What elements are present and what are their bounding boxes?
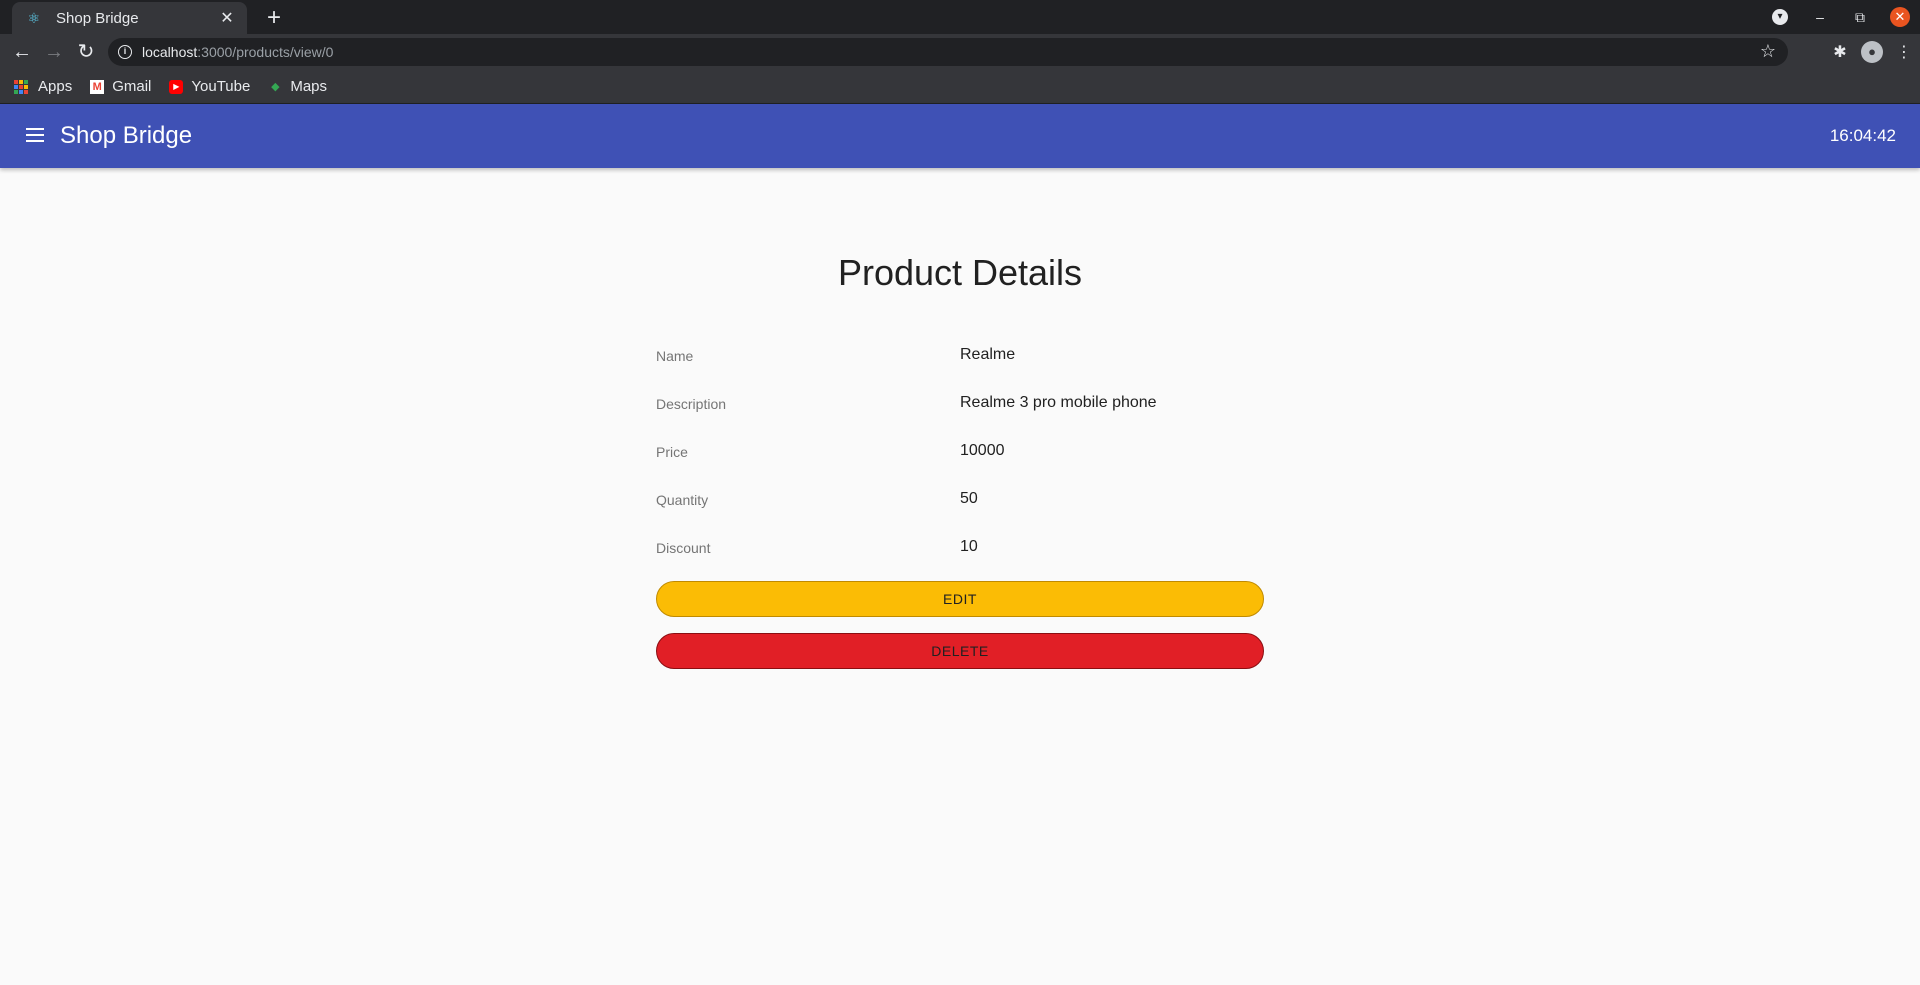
toolbar-actions: ✱ ● ⋮ — [1824, 38, 1920, 66]
url-path: :3000/products/view/0 — [197, 44, 334, 60]
maps-icon: ◆ — [271, 80, 280, 93]
field-label: Name — [656, 348, 694, 364]
bookmark-label: Apps — [38, 78, 73, 95]
bookmark-star-icon[interactable]: ☆ — [1760, 41, 1776, 62]
detail-row-description: Description Realme 3 pro mobile phone — [656, 388, 1264, 436]
new-tab-button[interactable]: + — [260, 4, 288, 32]
kebab-menu-icon[interactable]: ⋮ — [1888, 38, 1920, 66]
bookmark-maps[interactable]: ◆ Maps — [268, 78, 327, 95]
delete-button[interactable]: DELETE — [656, 633, 1264, 669]
bookmark-label: Gmail — [112, 78, 152, 95]
detail-row-name: Name Realme — [656, 340, 1264, 388]
address-bar[interactable]: i localhost :3000/products/view/0 ☆ — [108, 38, 1788, 66]
back-button[interactable]: ← — [8, 38, 36, 66]
clock: 16:04:42 — [1829, 126, 1896, 145]
field-value: 50 — [960, 490, 978, 507]
field-value: 10 — [960, 538, 978, 555]
field-value: 10000 — [960, 442, 1005, 459]
detail-row-discount: Discount 10 — [656, 532, 1264, 580]
tab-title: Shop Bridge — [56, 9, 139, 27]
browser-tab[interactable]: ⚛ Shop Bridge ✕ — [12, 2, 247, 34]
bookmark-label: YouTube — [191, 78, 251, 95]
info-icon[interactable]: i — [118, 45, 132, 59]
close-window-button[interactable]: ✕ — [1880, 0, 1920, 34]
window-controls: ▾ – ⧉ ✕ — [1760, 0, 1920, 34]
app-bar: Shop Bridge 16:04:42 — [0, 104, 1920, 168]
edit-button[interactable]: EDIT — [656, 581, 1264, 617]
extensions-icon[interactable]: ✱ — [1824, 38, 1856, 66]
url-host: localhost — [142, 44, 198, 60]
chevron-down-icon: ▾ — [1772, 9, 1788, 25]
detail-row-price: Price 10000 — [656, 436, 1264, 484]
youtube-icon: ▶ — [169, 79, 184, 94]
product-details: Name Realme Description Realme 3 pro mob… — [656, 340, 1264, 580]
field-label: Discount — [656, 540, 711, 556]
bookmark-gmail[interactable]: M Gmail — [90, 78, 151, 95]
close-icon: ✕ — [1890, 7, 1910, 27]
gmail-icon: M — [90, 79, 105, 94]
tab-search-button[interactable]: ▾ — [1760, 0, 1800, 34]
field-label: Price — [656, 444, 688, 460]
bookmark-apps[interactable]: Apps — [14, 78, 72, 95]
detail-row-quantity: Quantity 50 — [656, 484, 1264, 532]
minimize-button[interactable]: – — [1800, 0, 1840, 34]
field-label: Quantity — [656, 492, 709, 508]
tab-close-icon[interactable]: ✕ — [217, 8, 237, 28]
bookmarks-bar: Apps M Gmail ▶ YouTube ◆ Maps — [0, 70, 1920, 104]
hamburger-menu-icon[interactable] — [24, 124, 46, 148]
field-label: Description — [656, 396, 727, 412]
bookmark-youtube[interactable]: ▶ YouTube — [169, 78, 250, 95]
bookmark-label: Maps — [290, 78, 328, 95]
react-favicon-icon: ⚛ — [27, 10, 41, 26]
browser-tabstrip: ⚛ Shop Bridge ✕ + ▾ – ⧉ ✕ — [0, 0, 1920, 34]
restore-button[interactable]: ⧉ — [1840, 0, 1880, 34]
field-value: Realme 3 pro mobile phone — [960, 394, 1157, 411]
app-title: Shop Bridge — [60, 122, 193, 149]
forward-button[interactable]: → — [40, 38, 68, 66]
browser-toolbar: ← → ↻ i localhost :3000/products/view/0 … — [0, 34, 1920, 70]
page-title: Product Details — [837, 252, 1083, 293]
apps-grid-icon — [14, 79, 28, 94]
avatar-icon: ● — [1861, 41, 1883, 63]
profile-button[interactable]: ● — [1856, 38, 1888, 66]
field-value: Realme — [960, 346, 1016, 363]
reload-button[interactable]: ↻ — [72, 38, 100, 66]
